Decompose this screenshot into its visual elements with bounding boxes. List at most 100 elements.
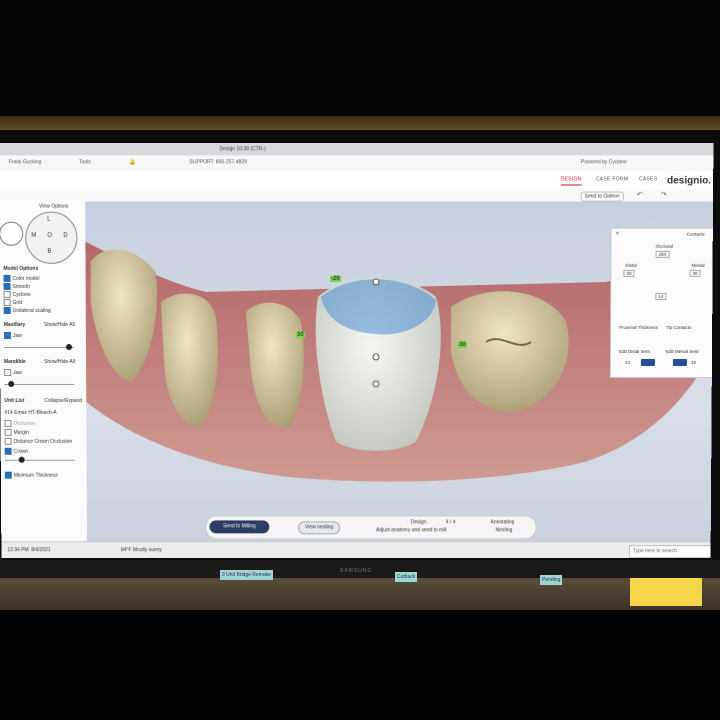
desk-area [0, 578, 720, 610]
step-design-desc: Adjust anatomy and send to mill [375, 527, 447, 534]
support-phone: SUPPORT: 866-257-4829 [189, 159, 248, 166]
checkbox[interactable] [4, 471, 12, 479]
occlusal-contact-label: -20 [329, 275, 341, 282]
app-header: Frank Gucking Tools 🔔 SUPPORT: 866-257-4… [0, 155, 714, 173]
background-dark [0, 0, 720, 118]
clock-time: 12:34 PM [7, 547, 29, 554]
slider-knob[interactable] [8, 380, 15, 387]
arrow-right-button[interactable] [672, 358, 687, 366]
view-left-button[interactable]: M [31, 233, 36, 239]
contacts-panel: ✕ Contacts Occlusal 250 Mesial 30 Distal… [609, 227, 714, 378]
main-nav: DESIGN CASE FORM CASES [0, 171, 714, 191]
checkbox[interactable] [4, 437, 12, 445]
mandible-opacity-slider[interactable] [4, 380, 75, 387]
arrow-left-button[interactable] [640, 358, 655, 366]
mesial-input[interactable]: 30 [689, 269, 701, 277]
option-row[interactable]: Unilateral scaling [3, 306, 51, 314]
option-row[interactable]: Smooth [3, 282, 30, 290]
distal-contact-label: 30 [458, 341, 467, 349]
model-options-heading: Model Options [3, 265, 39, 272]
checkbox[interactable] [3, 274, 11, 282]
mesial-tooth-number: 15 [690, 359, 696, 365]
step-annotating-desc: Nesting [495, 527, 513, 534]
app-logo: designio. [666, 175, 712, 187]
option-row[interactable]: Crown [4, 447, 28, 455]
slider-knob[interactable] [18, 456, 25, 463]
monitor-screen: Design 10:38 (CTR-) Frank Gucking Tools … [0, 143, 714, 559]
view-center-button[interactable]: O [47, 233, 52, 239]
mesial-contact-label: 30 [295, 331, 305, 338]
view-dpad: L M O D B [25, 211, 78, 264]
view-bottom-button[interactable]: B [47, 249, 51, 255]
unit-item[interactable]: #14 Emax HT-Bleach-A [4, 410, 56, 416]
bottom-action-bar: Send to Milling View nesting Design 4 / … [205, 515, 537, 540]
checkbox[interactable] [4, 447, 12, 455]
manipulator-handle-apex[interactable] [372, 278, 380, 286]
desk-sticky-note: Pending [540, 575, 563, 585]
tools-menu[interactable]: Tools [79, 159, 91, 165]
checkbox[interactable] [4, 419, 12, 427]
send-to-milling-button[interactable]: Send to Milling [209, 520, 270, 534]
checkbox[interactable] [3, 331, 11, 339]
window-chrome: Design 10:38 (CTR-) [0, 143, 714, 156]
unit-list-heading: Unit List [4, 397, 25, 404]
view-top-button[interactable]: L [47, 217, 50, 223]
checkbox[interactable] [4, 428, 12, 436]
occlusal-input[interactable]: 250 [655, 250, 670, 258]
manipulator-handle-bottom[interactable] [372, 353, 380, 361]
occlusal-label: Occlusal [655, 243, 673, 249]
view-nesting-button[interactable]: View nesting [298, 521, 341, 535]
manipulator-handle-top[interactable] [372, 380, 380, 388]
mandible-heading: Mandible [4, 358, 26, 365]
tip-contacts-label: Tip Contacts [666, 324, 692, 330]
checkbox[interactable] [3, 306, 11, 314]
collapse-expand-button[interactable]: Collapse/Expand [44, 398, 82, 404]
tab-case-form[interactable]: CASE FORM [596, 176, 629, 182]
redo-icon[interactable]: ↷ [661, 191, 667, 199]
tab-cases[interactable]: CASES [639, 176, 658, 182]
maxillary-opacity-slider[interactable] [3, 344, 74, 351]
tab-design[interactable]: DESIGN [560, 176, 582, 186]
close-icon[interactable]: ✕ [616, 231, 620, 237]
show-hide-maxillary[interactable]: Show/Hide All [44, 322, 75, 328]
distal-label: Distal [625, 262, 637, 268]
bottom-input[interactable]: 14 [655, 292, 667, 300]
option-row[interactable]: Minimum Thickness [4, 471, 58, 479]
option-row[interactable]: Cyclone [3, 290, 31, 298]
powered-by: Powered by Cyclone [580, 159, 627, 166]
weather-widget[interactable]: 84°F Mostly sunny [121, 547, 162, 553]
show-hide-mandible[interactable]: Show/Hide All [44, 359, 75, 365]
option-row[interactable]: Distance Crown Occlusion [4, 437, 73, 445]
contacts-heading: Contacts [686, 231, 705, 237]
desk-sticky-note: Cutback [395, 572, 418, 582]
undo-icon[interactable]: ↶ [637, 191, 643, 199]
checkbox[interactable] [3, 290, 11, 298]
send-to-gideon-button[interactable]: Send to Gideon [580, 191, 624, 202]
edit-distal-label: Edit Distal Sent [618, 349, 650, 354]
mandible-jaw-row[interactable]: Jaw [4, 368, 22, 376]
taskbar-search-input[interactable]: Type here to search [628, 545, 714, 559]
desk-sticky-note: 3 Unit Bridge Remake [220, 570, 273, 580]
clock-date: 8/4/2021 [31, 547, 51, 554]
checkbox[interactable] [4, 368, 12, 376]
distal-input[interactable]: 30 [623, 269, 635, 277]
option-row[interactable]: Color model [3, 274, 40, 282]
option-row[interactable]: Grid [3, 298, 23, 306]
user-menu[interactable]: Frank Gucking [9, 159, 42, 165]
option-row[interactable]: Margin [4, 428, 29, 436]
view-cube-icon[interactable] [0, 221, 24, 246]
monitor-brand: SAMSUNG [340, 568, 373, 574]
option-row[interactable]: Occlusion [4, 419, 35, 427]
view-right-button[interactable]: D [63, 233, 67, 239]
checkbox[interactable] [3, 298, 11, 306]
foreground-dark [0, 610, 720, 720]
checkbox[interactable] [3, 282, 11, 290]
slider-knob[interactable] [65, 344, 72, 351]
crown-opacity-slider[interactable] [4, 456, 75, 463]
distal-tooth-number: 13 [624, 359, 630, 365]
step-design-number: 4 / 4 [445, 519, 456, 526]
yellow-sticky-note [630, 578, 702, 606]
notification-bell-icon[interactable]: 🔔 [129, 159, 135, 165]
maxillary-jaw-row[interactable]: Jaw [3, 331, 22, 339]
step-design-title: Design [410, 519, 427, 526]
